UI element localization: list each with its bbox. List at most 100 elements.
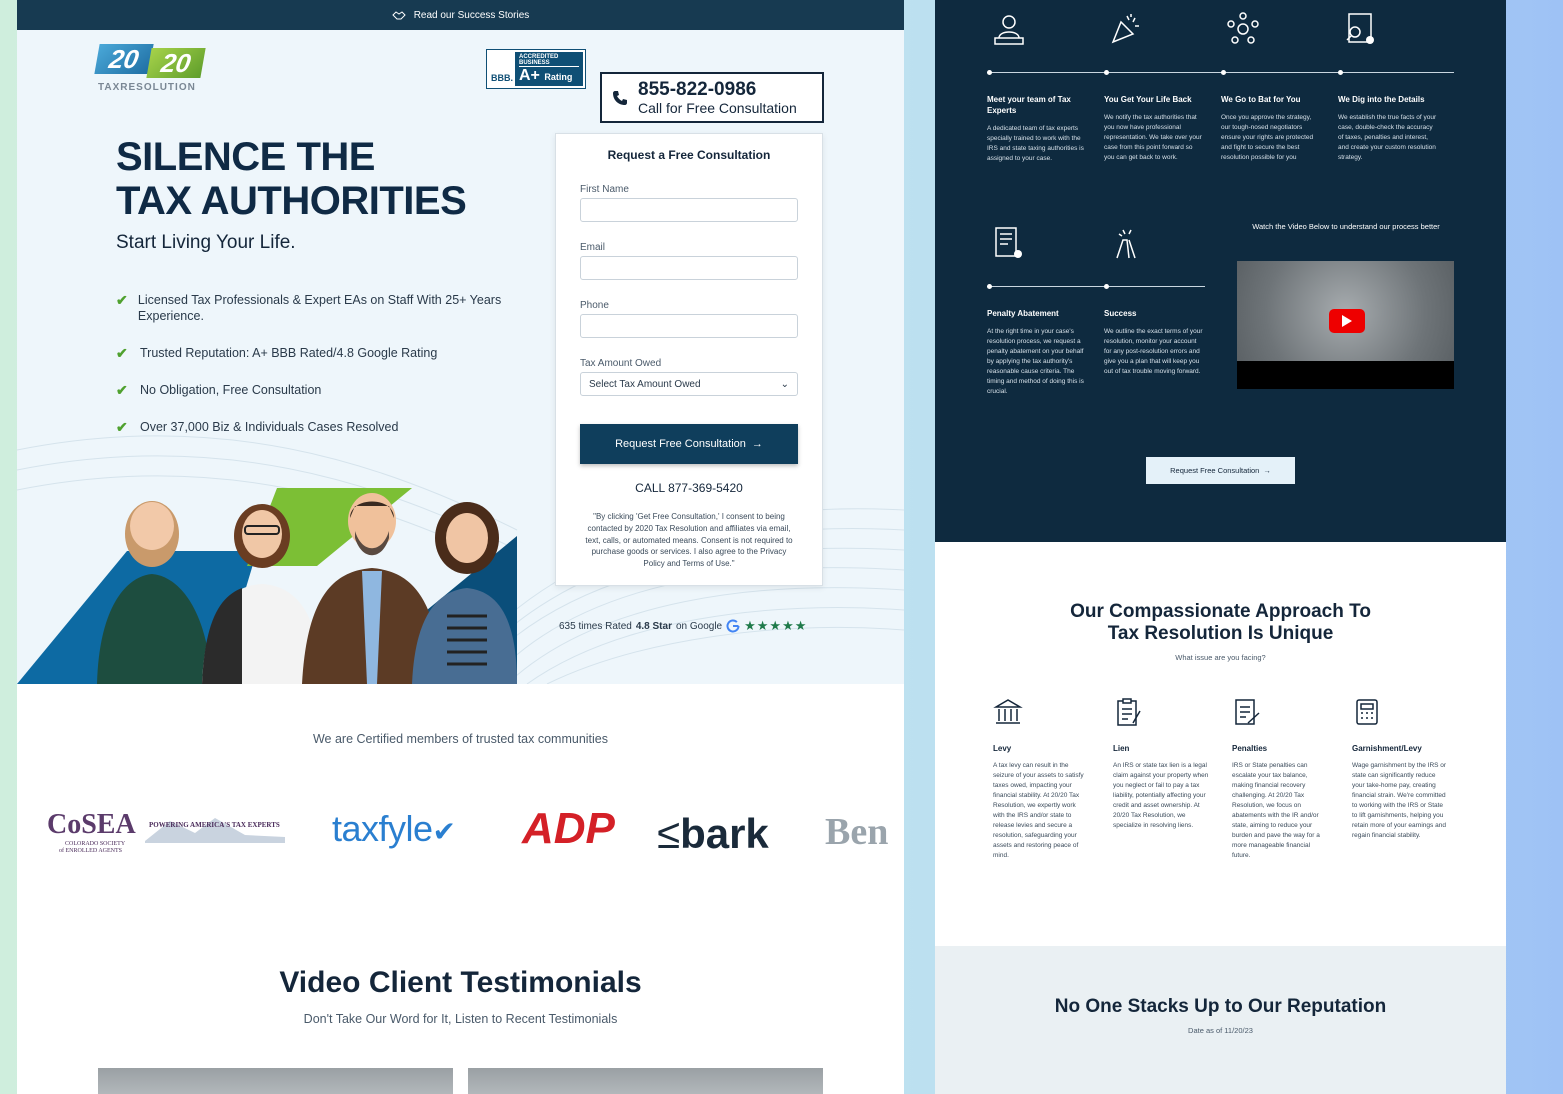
bark-mark-icon: ≤: [657, 810, 681, 857]
taxfyle-logo: taxfyle✔: [332, 808, 456, 849]
bank-icon: [993, 699, 1023, 724]
company-logo[interactable]: 20 20 TAXRESOLUTION: [94, 42, 207, 98]
issue-card[interactable]: Garnishment/Levy Wage garnishment by the…: [1352, 697, 1448, 841]
timeline-line: [987, 286, 1205, 287]
timeline-dot: [1338, 70, 1343, 75]
testimonial-video-thumbnail[interactable]: [468, 1068, 823, 1094]
handshake-icon: [391, 11, 406, 20]
hero-headline: SILENCE THE TAX AUTHORITIES: [116, 135, 467, 223]
logo-tagline: TAXRESOLUTION: [98, 82, 196, 93]
call-number-link[interactable]: CALL 877-369-5420: [580, 481, 798, 495]
rating-prefix: 635 times Rated: [559, 620, 632, 632]
benefit-list: ✔ Licensed Tax Professionals & Expert EAs…: [116, 292, 506, 456]
approach-title: Our Compassionate Approach To Tax Resolu…: [1070, 601, 1371, 644]
calculator-icon: [1356, 699, 1378, 725]
check-icon: ✔: [116, 382, 128, 398]
issue-desc: An IRS or state tax lien is a legal clai…: [1113, 762, 1209, 829]
network-icon: [1227, 12, 1259, 44]
landing-page-right: Meet your team of Tax Experts A dedicate…: [935, 0, 1506, 1094]
reputation-section: No One Stacks Up to Our Reputation Date …: [935, 946, 1506, 1094]
issue-desc: A tax levy can result in the seizure of …: [993, 762, 1084, 859]
bbb-accredited-text: ACCREDITED BUSINESS: [519, 54, 579, 67]
certified-title: We are Certified members of trusted tax …: [312, 732, 608, 746]
tax-owed-select[interactable]: Select Tax Amount Owed ⌄: [580, 372, 798, 396]
email-label: Email: [580, 242, 606, 253]
timeline-dot: [987, 70, 992, 75]
certificate-icon: [995, 227, 1022, 258]
document-pen-icon: [1235, 699, 1260, 725]
arrow-right-icon: →: [1263, 466, 1271, 475]
logo-number-1: 20: [94, 44, 154, 74]
success-stories-link[interactable]: Read our Success Stories: [414, 10, 530, 21]
step-title: We Dig into the Details: [1338, 95, 1425, 104]
step-desc: We notify the tax authorities that you n…: [1104, 114, 1202, 161]
first-name-input[interactable]: [580, 198, 798, 222]
hero-section: 20 20 TAXRESOLUTION BBB. ACCREDITED BUSI…: [17, 30, 904, 684]
timeline-dot: [1221, 70, 1226, 75]
reputation-date: Date as of 11/20/23: [1188, 1026, 1253, 1035]
play-button-icon[interactable]: [1329, 309, 1365, 333]
process-video[interactable]: [1237, 261, 1454, 389]
email-input[interactable]: [580, 256, 798, 280]
ben-logo: Ben: [825, 811, 889, 853]
issue-title: Garnishment/Levy: [1352, 744, 1422, 753]
high-five-icon: [1116, 229, 1136, 259]
process-step: Success We outline the exact terms of yo…: [1104, 308, 1204, 377]
process-section: Meet your team of Tax Experts A dedicate…: [935, 0, 1506, 542]
approach-subtitle: What issue are you facing?: [1175, 653, 1266, 662]
step-desc: We establish the true facts of your case…: [1338, 114, 1437, 161]
star-rating: ★★★★★: [744, 618, 808, 633]
bbb-badge[interactable]: BBB. ACCREDITED BUSINESS A+ Rating: [486, 49, 586, 89]
google-rating: 635 times Rated 4.8 Star on Google ★★★★★: [559, 618, 807, 634]
request-consultation-button[interactable]: Request Free Consultation →: [1146, 457, 1295, 484]
issue-title: Levy: [993, 744, 1012, 753]
issue-card[interactable]: Levy A tax levy can result in the seizur…: [993, 697, 1089, 861]
bbb-seal: BBB.: [489, 52, 515, 86]
video-control-bar: [1237, 361, 1454, 389]
celebrate-icon: [1111, 14, 1139, 44]
phone-input[interactable]: [580, 314, 798, 338]
issue-card[interactable]: Penalties IRS or State penalties can esc…: [1232, 697, 1328, 861]
first-name-label: First Name: [580, 184, 629, 195]
taxfyle-check-icon: ✔: [432, 816, 456, 847]
bbb-rating-label: Rating: [544, 72, 573, 82]
bbb-rating: A+: [519, 67, 540, 84]
phone-label: Phone: [580, 300, 609, 311]
check-icon: ✔: [116, 419, 128, 435]
tax-owed-label: Tax Amount Owed: [580, 358, 662, 369]
phone-cta[interactable]: 855-822-0986 Call for Free Consultation: [600, 72, 824, 123]
issue-title: Penalties: [1232, 744, 1268, 753]
step-title: We Go to Bat for You: [1221, 95, 1301, 104]
team-photo: [17, 488, 517, 684]
issue-desc: Wage garnishment by the IRS or state can…: [1352, 762, 1447, 839]
headline-line-1: SILENCE THE: [116, 135, 375, 179]
testimonial-video-thumbnail[interactable]: [98, 1068, 453, 1094]
hero-subhead: Start Living Your Life.: [116, 232, 296, 253]
logo-number-2: 20: [146, 48, 206, 78]
top-banner[interactable]: Read our Success Stories: [17, 0, 904, 30]
step-desc: At the right time in your case's resolut…: [987, 328, 1084, 395]
cosea-logo: CoSEA POWERING AMERICA'S TAX EXPERTS COL…: [45, 803, 295, 855]
benefit-item: ✔ Licensed Tax Professionals & Expert EAs…: [116, 292, 502, 323]
tax-owed-value: Select Tax Amount Owed: [589, 378, 701, 390]
partner-logos: CoSEA POWERING AMERICA'S TAX EXPERTS COL…: [45, 800, 904, 860]
process-step: We Go to Bat for You Once you approve th…: [1221, 94, 1321, 163]
step-title: You Get Your Life Back: [1104, 95, 1192, 104]
consultation-form: Request a Free Consultation First Name E…: [555, 133, 823, 586]
arrow-right-icon: →: [751, 438, 763, 450]
step-title: Penalty Abatement: [987, 309, 1059, 318]
rating-score: 4.8 Star: [635, 620, 672, 632]
timeline-dot: [1104, 284, 1109, 289]
adp-logo: ADP: [522, 804, 615, 853]
chevron-down-icon: ⌄: [780, 378, 789, 390]
check-icon: ✔: [116, 292, 128, 308]
step-desc: We outline the exact terms of your resol…: [1104, 328, 1203, 375]
benefit-item: ✔ Trusted Reputation: A+ BBB Rated/4.8 Go…: [116, 345, 438, 361]
submit-consultation-button[interactable]: Request Free Consultation →: [580, 424, 798, 464]
google-icon: [726, 619, 740, 633]
benefit-item: ✔ Over 37,000 Biz & Individuals Cases Res…: [116, 419, 399, 435]
consent-text: "By clicking 'Get Free Consultation,' I …: [585, 512, 793, 569]
step-title: Success: [1104, 309, 1137, 318]
issue-card[interactable]: Lien An IRS or state tax lien is a legal…: [1113, 697, 1209, 831]
clipboard-icon: [1117, 698, 1141, 726]
